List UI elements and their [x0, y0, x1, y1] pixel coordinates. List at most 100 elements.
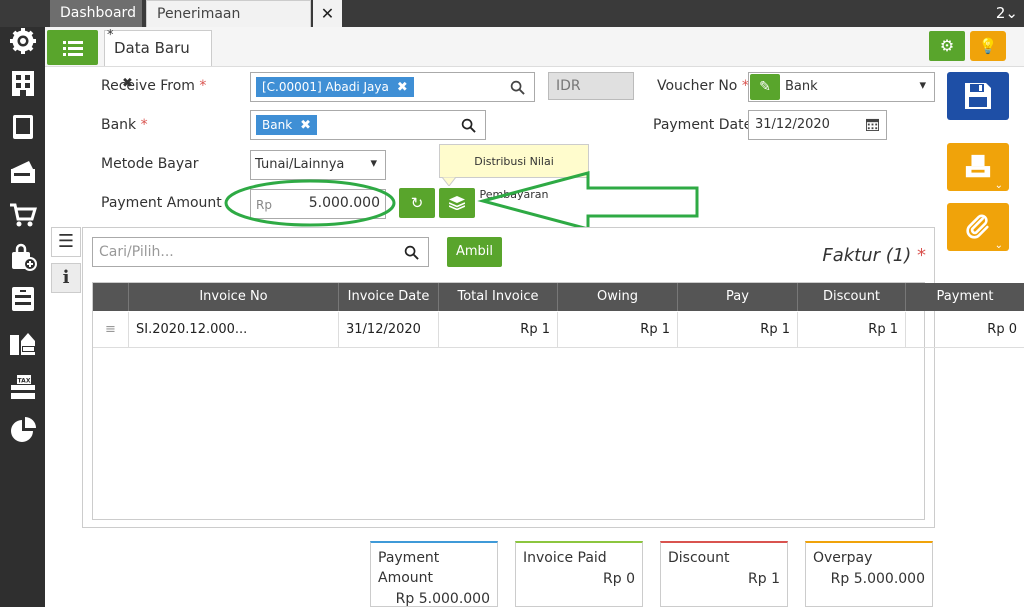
- chevron-down-icon: ▾: [919, 78, 926, 93]
- bank-chip-label: Bank: [262, 118, 293, 132]
- search-icon[interactable]: [404, 245, 419, 260]
- calendar-icon[interactable]: [866, 118, 879, 131]
- city-car-icon[interactable]: [8, 329, 37, 358]
- edit-voucher-button[interactable]: ✎: [750, 74, 780, 100]
- ambil-button[interactable]: Ambil: [447, 237, 502, 267]
- chip-remove-icon[interactable]: ✖: [397, 80, 408, 95]
- cell-payment[interactable]: Rp 0: [906, 312, 1024, 348]
- attachment-button[interactable]: ⌄: [947, 203, 1009, 251]
- cell-total-invoice: Rp 1: [439, 312, 558, 348]
- menu-list-button[interactable]: [47, 30, 98, 65]
- open-tabs-count[interactable]: 2⌄: [996, 0, 1018, 27]
- summary-invoice-paid: Invoice Paid Rp 0: [515, 541, 643, 607]
- payment-date-value: 31/12/2020: [755, 117, 830, 132]
- summary-discount: Discount Rp 1: [660, 541, 788, 607]
- required-mark: *: [199, 78, 207, 94]
- info-tab[interactable]: i: [51, 263, 81, 293]
- search-icon[interactable]: [461, 118, 476, 133]
- shopping-bag-add-icon[interactable]: [8, 243, 37, 272]
- building-icon[interactable]: [8, 69, 37, 98]
- cell-pay[interactable]: Rp 1: [678, 312, 798, 348]
- summary-payment-amount-value: Rp 5.000.000: [395, 591, 490, 607]
- distribusi-pembayaran-button[interactable]: [439, 188, 475, 218]
- list-view-tab[interactable]: ☰: [51, 227, 81, 257]
- summary-invoice-paid-value: Rp 0: [603, 571, 635, 587]
- receive-from-field[interactable]: [C.00001] Abadi Jaya ✖: [250, 72, 535, 102]
- metode-bayar-value: Tunai/Lainnya: [255, 157, 345, 172]
- pencil-icon: ✎: [759, 79, 771, 95]
- distribusi-tooltip: Distribusi Nilai Pembayaran: [439, 144, 589, 201]
- summary-payment-amount-label: Payment: [378, 550, 440, 566]
- tab-close-button[interactable]: ✕: [313, 0, 342, 27]
- gear-icon: ⚙: [939, 36, 955, 55]
- list-icon: [62, 41, 83, 56]
- refresh-amount-button[interactable]: ↻: [399, 188, 435, 218]
- summary-overpay: Overpay Rp 5.000.000: [805, 541, 933, 607]
- cell-owing: Rp 1: [558, 312, 678, 348]
- summary-payment-amount-label-2: Amount: [378, 570, 434, 586]
- bank-label-text: Bank: [101, 117, 137, 133]
- summary-overpay-label: Overpay: [813, 550, 873, 566]
- table-header-handle: [93, 283, 129, 311]
- settings-button[interactable]: ⚙: [929, 31, 965, 61]
- pie-chart-icon[interactable]: [8, 416, 37, 445]
- voucher-label-text: Voucher No: [657, 78, 738, 94]
- summary-overpay-value: Rp 5.000.000: [830, 571, 925, 587]
- bank-label: Bank *: [101, 117, 148, 133]
- payment-date-input[interactable]: 31/12/2020: [748, 110, 887, 140]
- tab-dashboard[interactable]: Dashboard: [50, 0, 142, 27]
- receive-from-label-text: Receive From: [101, 78, 195, 94]
- column-header-owing[interactable]: Owing: [558, 283, 678, 311]
- print-button[interactable]: ⌄: [947, 143, 1009, 191]
- receive-from-label: Receive From *: [101, 78, 206, 94]
- book-icon[interactable]: [8, 113, 37, 142]
- sidebar: TAX: [0, 27, 45, 607]
- column-header-invoice-no[interactable]: Invoice No: [129, 283, 339, 311]
- tab-data-baru[interactable]: * Data Baru ✖: [104, 28, 212, 91]
- shopping-cart-icon[interactable]: [8, 201, 37, 230]
- invoice-search-placeholder: Cari/Pilih...: [99, 244, 174, 260]
- info-icon: i: [62, 267, 70, 288]
- invoice-search-input[interactable]: Cari/Pilih...: [92, 237, 429, 267]
- metode-bayar-select[interactable]: Tunai/Lainnya ▾: [250, 150, 386, 180]
- bank-chip: Bank ✖: [256, 115, 318, 135]
- summary-invoice-paid-label: Invoice Paid: [523, 550, 607, 566]
- payment-amount-value: 5.000.000: [308, 195, 380, 211]
- cell-discount[interactable]: Rp 1: [798, 312, 906, 348]
- row-drag-handle[interactable]: ≡: [93, 312, 129, 348]
- tax-icon[interactable]: TAX: [8, 373, 37, 402]
- summary-discount-value: Rp 1: [748, 571, 780, 587]
- lightbulb-icon: 💡: [978, 37, 998, 55]
- column-header-total-invoice[interactable]: Total Invoice: [439, 283, 558, 311]
- printer-icon: [965, 154, 991, 178]
- chip-remove-icon[interactable]: ✖: [300, 118, 311, 133]
- tooltip-pointer: [442, 177, 456, 186]
- receive-from-chip-label: [C.00001] Abadi Jaya: [262, 80, 389, 94]
- column-header-payment[interactable]: Payment: [906, 283, 1024, 311]
- wallet-icon[interactable]: [8, 157, 37, 186]
- list-icon: ☰: [57, 231, 75, 252]
- tab-penerimaan-penjualan[interactable]: Penerimaan Penjualan: [146, 0, 311, 49]
- summary-payment-amount: Payment Amount Rp 5.000.000: [370, 541, 498, 607]
- archive-icon[interactable]: [8, 285, 37, 314]
- column-header-invoice-date[interactable]: Invoice Date: [339, 283, 439, 311]
- payment-date-label-text: Payment Date: [653, 117, 753, 133]
- column-header-pay[interactable]: Pay: [678, 283, 798, 311]
- save-button[interactable]: [947, 72, 1009, 120]
- settings-gear-icon[interactable]: [8, 27, 37, 56]
- payment-amount-input[interactable]: Rp 5.000.000: [250, 189, 386, 219]
- search-icon[interactable]: [510, 80, 525, 95]
- bank-field[interactable]: Bank ✖: [250, 110, 486, 140]
- floppy-disk-icon: [965, 83, 991, 109]
- voucher-label: Voucher No *: [657, 78, 749, 94]
- voucher-value: Bank: [785, 79, 818, 94]
- summary-discount-label: Discount: [668, 550, 730, 566]
- voucher-select[interactable]: ✎ Bank ▾: [748, 72, 935, 102]
- column-header-discount[interactable]: Discount: [798, 283, 906, 311]
- currency-field: IDR: [548, 72, 634, 100]
- hint-button[interactable]: 💡: [970, 31, 1006, 61]
- svg-text:TAX: TAX: [17, 378, 30, 385]
- receive-from-chip: [C.00001] Abadi Jaya ✖: [256, 77, 414, 97]
- refresh-icon: ↻: [410, 194, 424, 212]
- tab-data-baru-label: Data Baru: [114, 39, 190, 57]
